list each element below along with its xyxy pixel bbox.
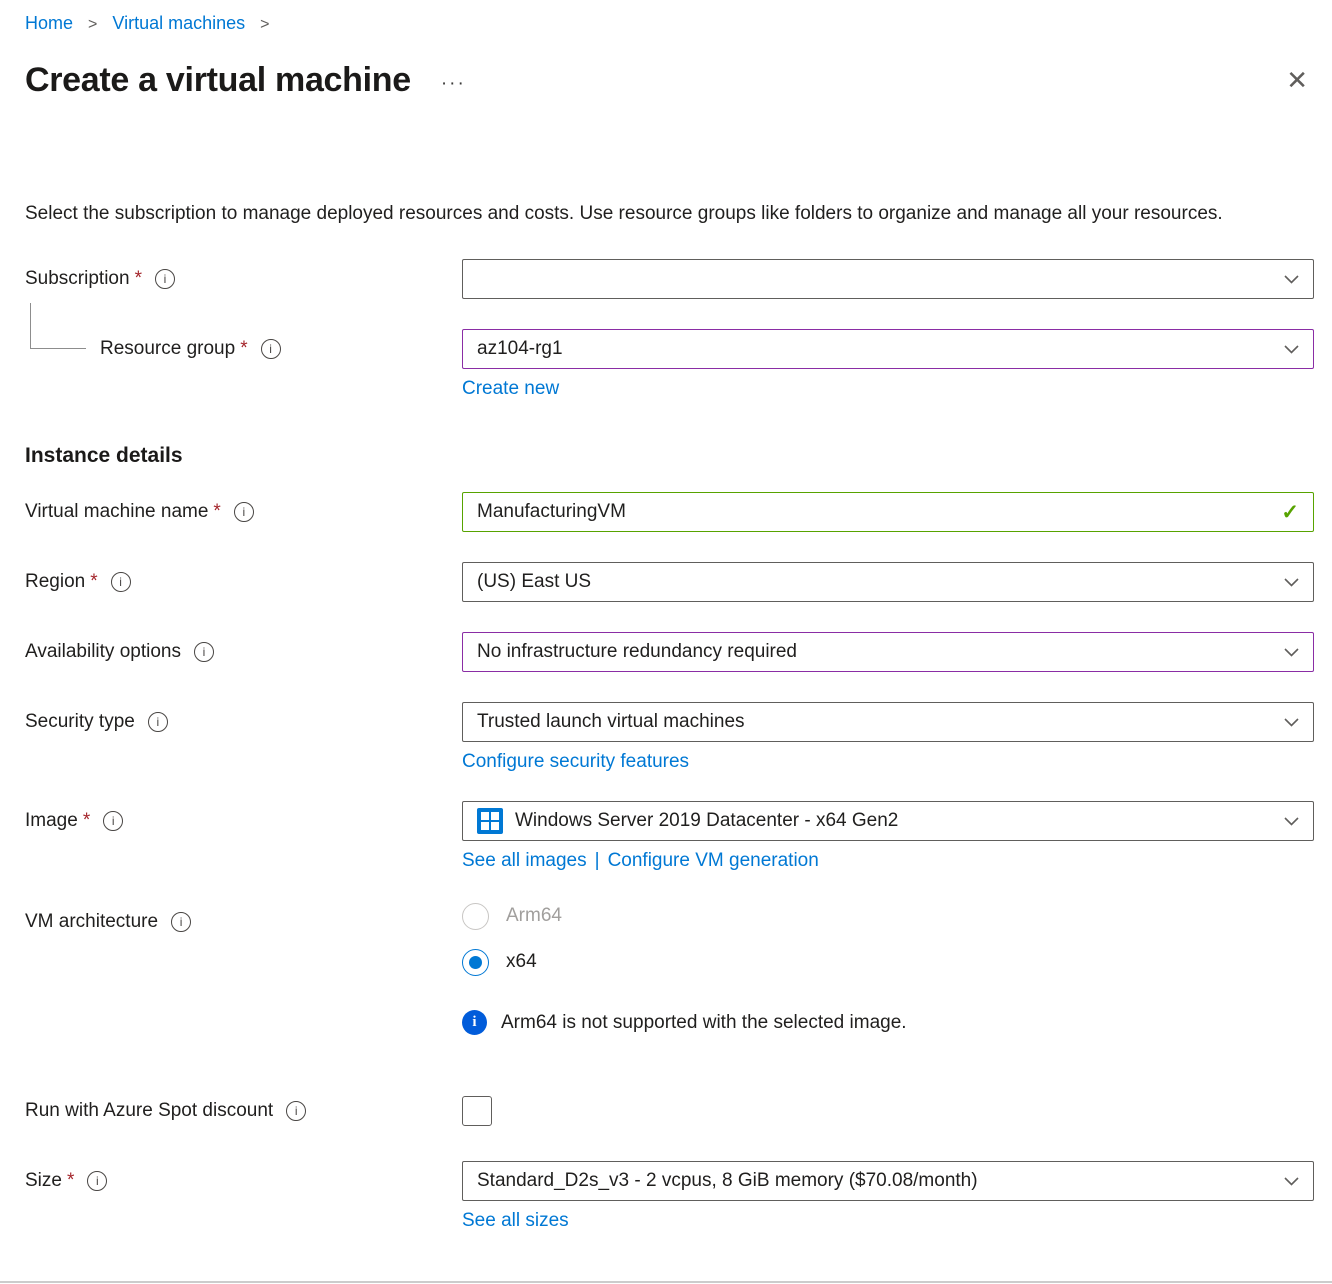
chevron-down-icon — [1284, 718, 1299, 727]
radio-option-arm64: Arm64 — [462, 902, 1314, 930]
radio-arm64 — [462, 903, 489, 930]
vm-name-field: ✓ — [462, 492, 1314, 532]
info-icon[interactable]: i — [234, 502, 254, 522]
required-asterisk: * — [240, 338, 247, 360]
breadcrumb: Home > Virtual machines > — [0, 0, 1332, 36]
size-dropdown[interactable]: Standard_D2s_v3 - 2 vcpus, 8 GiB memory … — [462, 1161, 1314, 1201]
radio-x64[interactable] — [462, 949, 489, 976]
link-separator: | — [595, 850, 600, 871]
checkmark-icon: ✓ — [1281, 500, 1299, 525]
see-all-images-link[interactable]: See all images — [462, 850, 587, 871]
required-asterisk: * — [90, 571, 97, 593]
create-new-link[interactable]: Create new — [462, 378, 559, 399]
chevron-down-icon — [1284, 345, 1299, 354]
vm-name-input[interactable] — [477, 493, 1269, 531]
info-icon[interactable]: i — [171, 912, 191, 932]
page-header: Create a virtual machine ··· ✕ — [0, 36, 1332, 102]
see-all-sizes-link[interactable]: See all sizes — [462, 1210, 569, 1231]
chevron-down-icon — [1284, 817, 1299, 826]
info-icon[interactable]: i — [261, 339, 281, 359]
required-asterisk: * — [135, 268, 142, 290]
info-icon[interactable]: i — [87, 1171, 107, 1191]
region-value: (US) East US — [477, 571, 591, 593]
close-icon[interactable]: ✕ — [1286, 58, 1308, 102]
resource-group-dropdown[interactable]: az104-rg1 — [462, 329, 1314, 369]
security-type-label: Security type — [25, 711, 135, 733]
radio-option-x64[interactable]: x64 — [462, 948, 1314, 976]
spot-discount-checkbox[interactable] — [462, 1096, 492, 1126]
size-row: Size * i Standard_D2s_v3 - 2 vcpus, 8 Gi… — [0, 1161, 1332, 1232]
region-label: Region — [25, 571, 85, 593]
radio-dot — [469, 956, 482, 969]
info-icon[interactable]: i — [148, 712, 168, 732]
configure-vm-generation-link[interactable]: Configure VM generation — [608, 850, 819, 871]
size-label: Size — [25, 1170, 62, 1192]
availability-options-label: Availability options — [25, 641, 181, 663]
image-row: Image * i Windows Server 2019 Datacenter… — [0, 801, 1332, 872]
create-vm-form: Subscription * i Resource group * i az10… — [0, 259, 1332, 1232]
availability-options-row: Availability options i No infrastructure… — [0, 632, 1332, 672]
subscription-dropdown[interactable] — [462, 259, 1314, 299]
chevron-down-icon — [1284, 648, 1299, 657]
radio-x64-label: x64 — [506, 951, 537, 973]
breadcrumb-separator-icon: > — [88, 16, 97, 33]
instance-details-heading: Instance details — [25, 444, 1332, 468]
vm-architecture-row: VM architecture i Arm64 x64 i Arm64 is n… — [0, 902, 1332, 1035]
info-icon[interactable]: i — [286, 1101, 306, 1121]
bottom-divider — [0, 1281, 1332, 1283]
security-type-dropdown[interactable]: Trusted launch virtual machines — [462, 702, 1314, 742]
region-dropdown[interactable]: (US) East US — [462, 562, 1314, 602]
info-icon[interactable]: i — [194, 642, 214, 662]
configure-security-features-link[interactable]: Configure security features — [462, 751, 689, 772]
tree-connector — [30, 303, 86, 349]
info-icon[interactable]: i — [155, 269, 175, 289]
chevron-down-icon — [1284, 275, 1299, 284]
chevron-down-icon — [1284, 578, 1299, 587]
arch-info-message: i Arm64 is not supported with the select… — [462, 1010, 1314, 1035]
resource-group-value: az104-rg1 — [477, 338, 563, 360]
info-icon[interactable]: i — [103, 811, 123, 831]
region-row: Region * i (US) East US — [0, 562, 1332, 602]
image-dropdown[interactable]: Windows Server 2019 Datacenter - x64 Gen… — [462, 801, 1314, 841]
security-type-row: Security type i Trusted launch virtual m… — [0, 702, 1332, 773]
windows-logo-icon — [477, 808, 503, 834]
intro-text: Select the subscription to manage deploy… — [25, 198, 1287, 229]
radio-arm64-label: Arm64 — [506, 905, 562, 927]
image-label: Image — [25, 810, 78, 832]
spot-discount-row: Run with Azure Spot discount i — [0, 1091, 1332, 1131]
vm-name-label: Virtual machine name — [25, 501, 208, 523]
required-asterisk: * — [83, 810, 90, 832]
breadcrumb-link-home[interactable]: Home — [25, 13, 73, 33]
info-icon[interactable]: i — [111, 572, 131, 592]
breadcrumb-separator-icon: > — [260, 16, 269, 33]
vm-architecture-label: VM architecture — [25, 911, 158, 933]
required-asterisk: * — [213, 501, 220, 523]
security-type-value: Trusted launch virtual machines — [477, 711, 745, 733]
breadcrumb-link-virtual-machines[interactable]: Virtual machines — [112, 13, 245, 33]
more-options-button[interactable]: ··· — [441, 65, 466, 95]
image-value: Windows Server 2019 Datacenter - x64 Gen… — [515, 810, 898, 832]
chevron-down-icon — [1284, 1177, 1299, 1186]
subscription-row: Subscription * i — [0, 259, 1332, 299]
vm-name-row: Virtual machine name * i ✓ — [0, 492, 1332, 532]
availability-options-value: No infrastructure redundancy required — [477, 641, 797, 663]
arch-info-text: Arm64 is not supported with the selected… — [501, 1012, 907, 1034]
resource-group-label: Resource group — [100, 338, 235, 360]
size-value: Standard_D2s_v3 - 2 vcpus, 8 GiB memory … — [477, 1170, 978, 1192]
page-title: Create a virtual machine — [25, 58, 411, 102]
spot-discount-label: Run with Azure Spot discount — [25, 1100, 273, 1122]
resource-group-row: Resource group * i az104-rg1 Create new — [0, 329, 1332, 400]
required-asterisk: * — [67, 1170, 74, 1192]
info-filled-icon: i — [462, 1010, 487, 1035]
subscription-label: Subscription — [25, 268, 130, 290]
availability-options-dropdown[interactable]: No infrastructure redundancy required — [462, 632, 1314, 672]
